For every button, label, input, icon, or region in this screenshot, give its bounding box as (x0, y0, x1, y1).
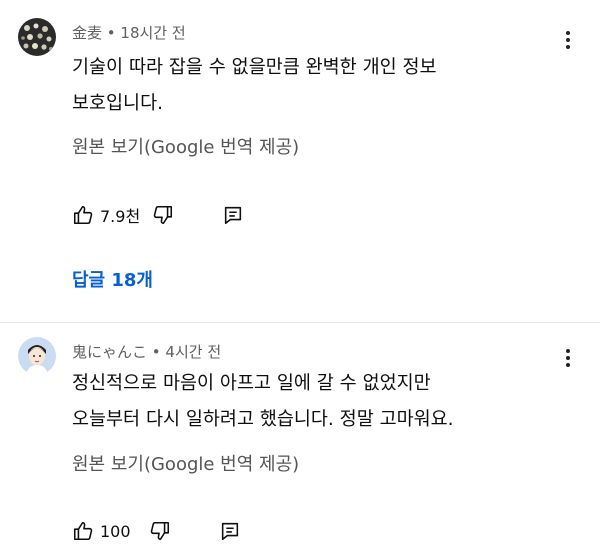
dislike-button[interactable] (152, 204, 174, 226)
timestamp[interactable]: 4시간 전 (165, 343, 221, 361)
comment-meta: 鬼にゃんこ • 4시간 전 (72, 341, 221, 362)
divider (0, 322, 600, 323)
comment-text-line: 오늘부터 다시 일하려고 했습니다. 정말 고마워요. (72, 409, 454, 430)
view-original-link[interactable]: 원본 보기(Google 번역 제공) (72, 450, 299, 476)
comment-text: 기술이 따라 잡을 수 없을만큼 완벽한 개인 정보 보호입니다. (72, 50, 572, 122)
comment-text: 정신적으로 마음이 아프고 일에 갈 수 없었지만 오늘부터 다시 일하려고 했… (72, 366, 572, 438)
avatar[interactable] (18, 337, 56, 375)
dislike-button[interactable] (149, 520, 171, 542)
author-name[interactable]: 金麦 (72, 24, 102, 42)
comment-actions: 7.9천 (72, 202, 244, 228)
like-button[interactable]: 7.9천 (72, 203, 150, 227)
meta-separator: • (147, 343, 166, 361)
comment-meta: 金麦 • 18시간 전 (72, 22, 186, 43)
timestamp[interactable]: 18시간 전 (120, 24, 185, 42)
like-count: 7.9천 (100, 207, 141, 226)
avatar[interactable] (18, 18, 56, 56)
reply-button[interactable] (222, 204, 244, 226)
reply-icon (219, 520, 241, 542)
more-actions-button[interactable] (558, 28, 578, 52)
reply-icon (222, 204, 244, 226)
comment-text-line: 보호입니다. (72, 93, 163, 114)
more-vert-icon (566, 31, 570, 35)
author-name[interactable]: 鬼にゃんこ (72, 343, 147, 361)
comment-text-line: 기술이 따라 잡을 수 없을만큼 완벽한 개인 정보 (72, 57, 437, 78)
thumbs-down-icon (152, 204, 174, 226)
view-replies-button[interactable]: 답글 18개 (72, 266, 153, 292)
thumbs-up-icon (72, 520, 94, 542)
comment-actions: 100 (72, 518, 241, 544)
comment-text-line: 정신적으로 마음이 아프고 일에 갈 수 없었지만 (72, 373, 431, 394)
more-vert-icon (566, 349, 570, 353)
like-count: 100 (100, 521, 131, 541)
reply-button[interactable] (219, 520, 241, 542)
like-button[interactable]: 100 (72, 520, 141, 542)
thumbs-up-icon (72, 204, 94, 226)
meta-separator: • (102, 24, 121, 42)
view-original-link[interactable]: 원본 보기(Google 번역 제공) (72, 133, 299, 159)
thumbs-down-icon (149, 520, 171, 542)
